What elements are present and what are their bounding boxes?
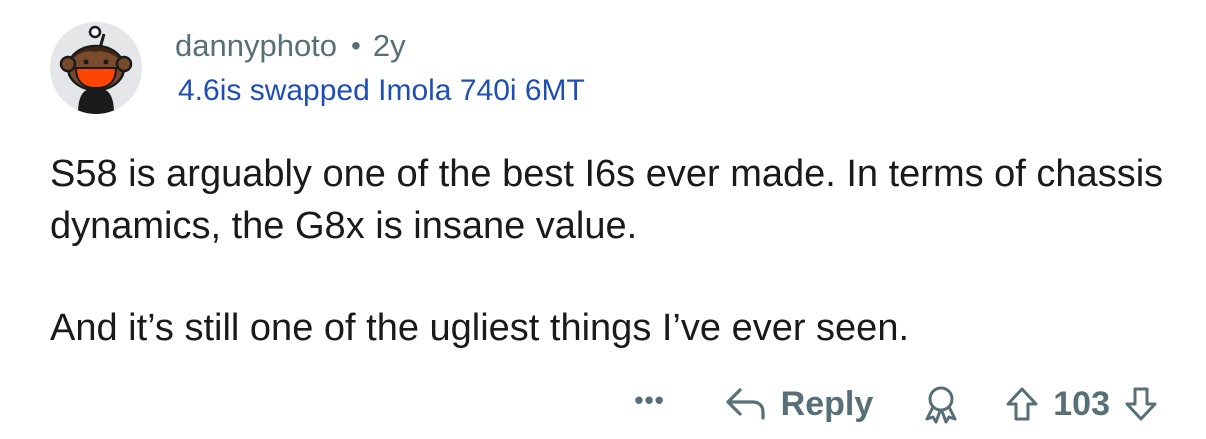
downvote-button[interactable] [1124, 386, 1158, 422]
avatar[interactable] [50, 22, 142, 114]
comment-body: S58 is arguably one of the best I6s ever… [50, 148, 1170, 354]
downvote-arrow-icon [1125, 387, 1157, 421]
comment: dannyphoto • 2y 4.6is swapped Imola 740i… [0, 0, 1206, 439]
comment-age: 2y [372, 28, 406, 63]
reply-label: Reply [780, 384, 874, 423]
vote-controls: 103 [1005, 385, 1158, 424]
comment-paragraph: S58 is arguably one of the best I6s ever… [50, 153, 1164, 247]
award-button[interactable] [921, 384, 961, 424]
meta-separator: • [351, 30, 361, 61]
reply-button[interactable]: Reply [725, 384, 874, 424]
comment-actions: ••• Reply 103 [634, 376, 1158, 432]
vote-count: 103 [1053, 384, 1110, 423]
user-flair: 4.6is swapped Imola 740i 6MT [178, 74, 585, 107]
username-link[interactable]: dannyphoto [175, 28, 337, 64]
snoo-avatar-icon [50, 22, 142, 114]
comment-paragraph: And it’s still one of the ugliest things… [50, 307, 910, 349]
reply-arrow-icon [726, 388, 765, 420]
upvote-arrow-icon [1006, 387, 1038, 421]
more-options-button[interactable]: ••• [634, 385, 664, 416]
upvote-button[interactable] [1005, 386, 1039, 422]
award-icon [925, 386, 957, 424]
comment-meta: dannyphoto • 2y [175, 26, 406, 66]
